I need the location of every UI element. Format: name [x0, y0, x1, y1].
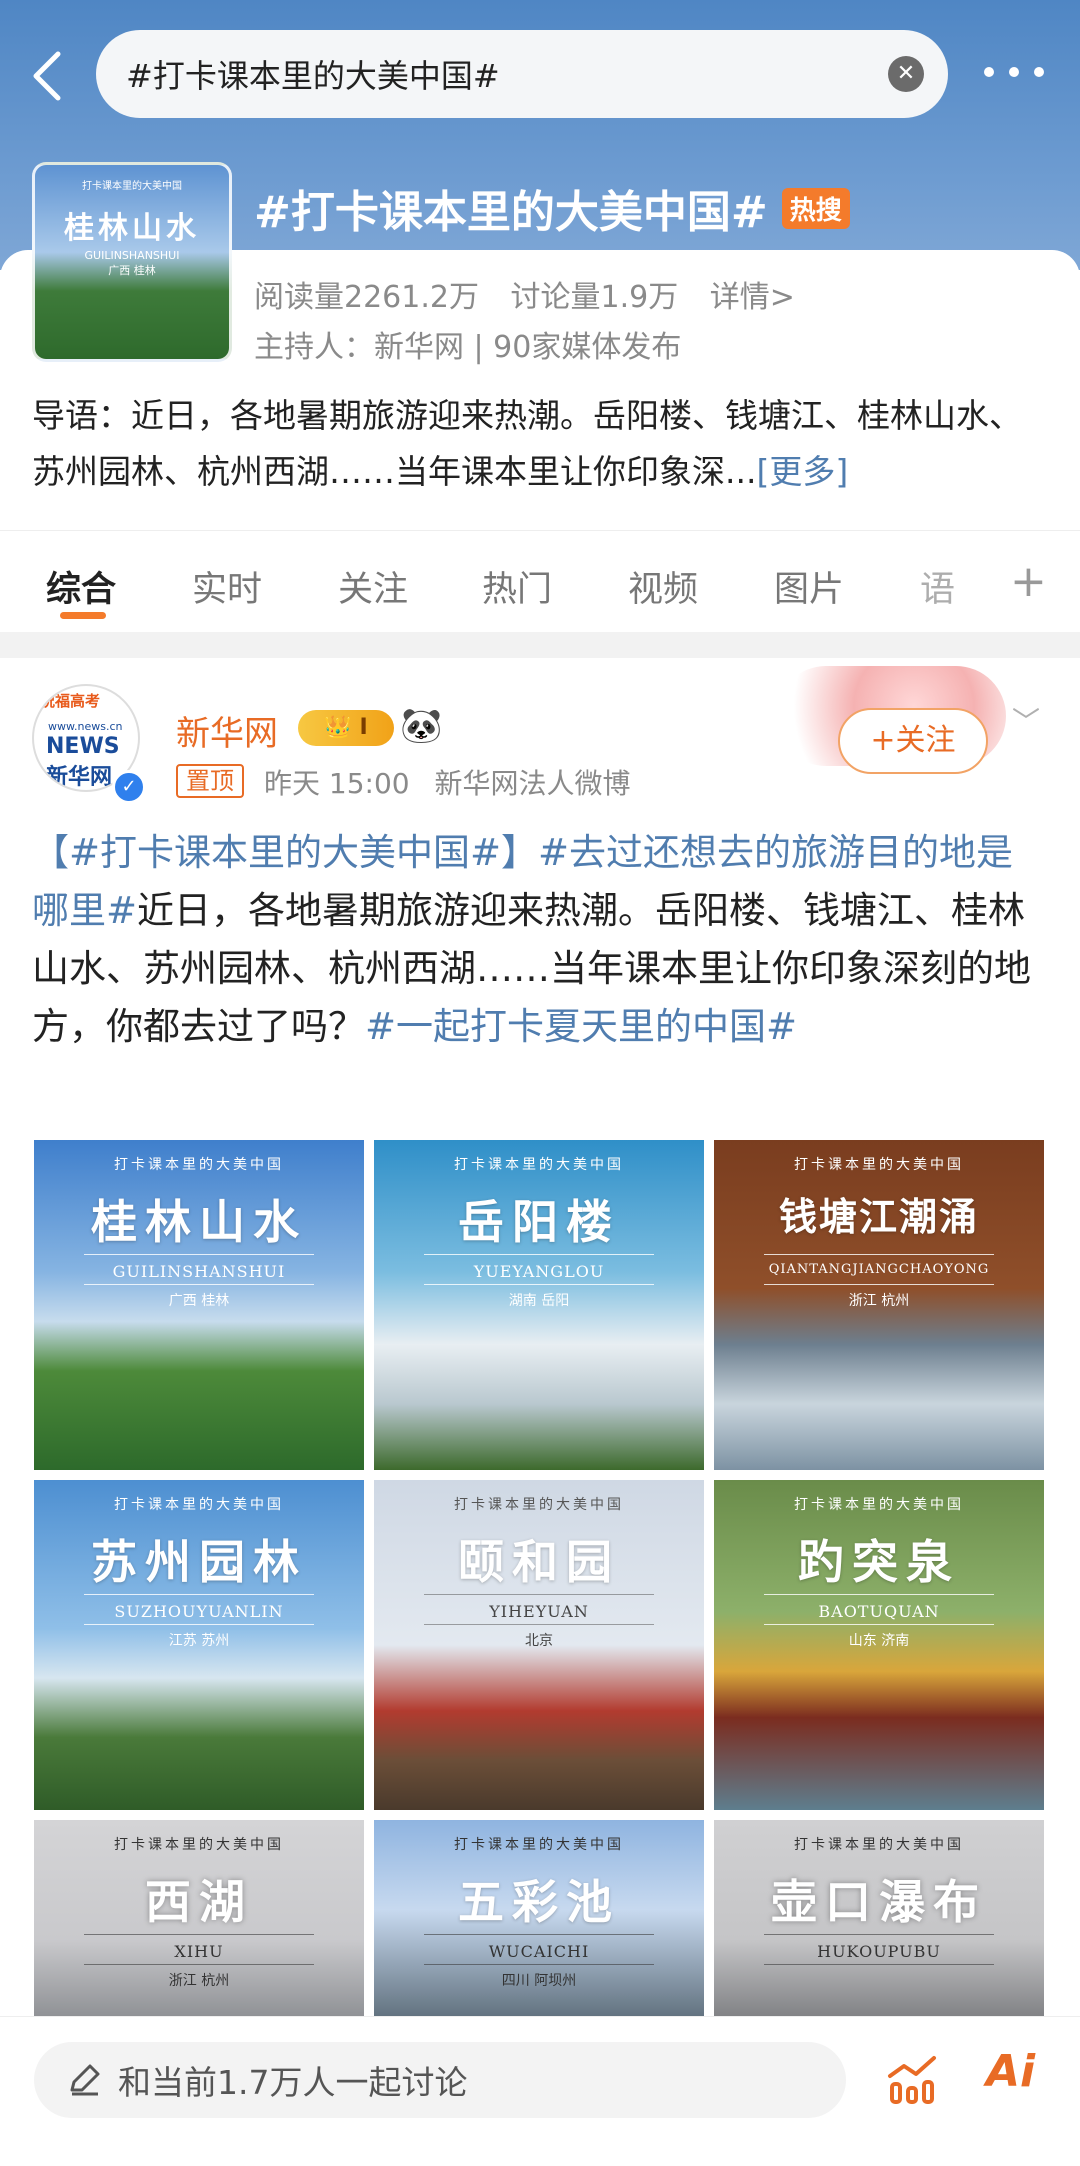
active-tab-indicator	[60, 612, 106, 619]
follow-button[interactable]: +关注	[838, 708, 988, 774]
ai-assistant-icon[interactable]: Ai	[986, 2046, 1035, 2097]
tab-voice[interactable]: 语	[920, 561, 955, 612]
hashtag-link[interactable]: 【#打卡课本里的大美中国#】	[32, 831, 538, 874]
tile-title: 钱塘江潮涌	[778, 1194, 979, 1239]
avatar-badge-text: 祝福高考	[40, 692, 101, 710]
clear-icon[interactable]: ✕	[888, 56, 924, 92]
hot-badge: 热搜	[781, 187, 850, 229]
topic-intro-text: 导语：近日，各地暑期旅游迎来热潮。岳阳楼、钱塘江、桂林山水、苏州园林、杭州西湖……	[32, 396, 1022, 491]
comment-placeholder: 和当前1.7万人一起讨论	[118, 2063, 468, 2102]
tile-caption: 打卡课本里的大美中国	[794, 1497, 964, 1513]
tab-realtime[interactable]: 实时	[192, 561, 262, 612]
post-meta: 昨天 15:00 新华网法人微博	[264, 762, 647, 802]
tile-caption: 打卡课本里的大美中国	[454, 1497, 624, 1513]
post-text: 【#打卡课本里的大美中国#】#去过还想去的旅游目的地是哪里#近日，各地暑期旅游迎…	[32, 824, 1048, 1056]
tile-location: 山东 济南	[848, 1633, 910, 1649]
tile-title: 趵突泉	[798, 1535, 960, 1589]
tile-caption: 打卡课本里的大美中国	[794, 1157, 964, 1173]
tile-pinyin: GUILINSHANSHUI	[112, 1262, 286, 1281]
tile-caption: 打卡课本里的大美中国	[794, 1837, 964, 1853]
read-count: 阅读量2261.2万	[254, 280, 479, 315]
search-query: #打卡课本里的大美中国#	[126, 57, 500, 95]
tile-title: 五彩池	[458, 1875, 620, 1929]
tile-title: 颐和园	[458, 1535, 620, 1589]
divider	[0, 632, 1080, 658]
tile-pinyin: WUCAICHI	[488, 1942, 590, 1961]
tile-caption: 打卡课本里的大美中国	[454, 1157, 624, 1173]
tile-caption: 打卡课本里的大美中国	[114, 1837, 284, 1853]
panda-icon: 🐼	[400, 706, 443, 746]
tile-pinyin: YUEYANGLOU	[473, 1262, 605, 1281]
topic-intro: 导语：近日，各地暑期旅游迎来热潮。岳阳楼、钱塘江、桂林山水、苏州园林、杭州西湖……	[32, 388, 1048, 500]
tile-caption: 打卡课本里的大美中国	[454, 1837, 624, 1853]
tile-pinyin: YIHEYUAN	[489, 1602, 589, 1621]
more-options-icon[interactable]	[984, 62, 1044, 82]
tile-pinyin: QIANTANGJIANGCHAOYONG	[768, 1262, 990, 1277]
image-tile[interactable]: 打卡课本里的大美中国 西湖 XIHU 浙江 杭州	[34, 1820, 364, 2020]
discussion-count: 讨论量1.9万	[510, 280, 679, 315]
image-tile[interactable]: 打卡课本里的大美中国 壶口瀑布 HUKOUPUBU	[714, 1820, 1044, 2020]
image-grid: 打卡课本里的大美中国 桂林山水 GUILINSHANSHUI 广西 桂林 打卡课…	[34, 1140, 1044, 2020]
tab-hot[interactable]: 热门	[482, 561, 552, 612]
tile-pinyin: BAOTUQUAN	[818, 1602, 940, 1621]
pinned-badge: 置顶	[176, 764, 244, 798]
tab-following[interactable]: 关注	[338, 561, 408, 612]
chevron-left-icon	[33, 51, 61, 101]
post-source: 新华网法人微博	[434, 767, 631, 800]
more-link[interactable]: [更多]	[756, 452, 848, 491]
tile-title: 壶口瀑布	[771, 1875, 987, 1929]
tile-pinyin: SUZHOUYUANLIN	[114, 1602, 284, 1621]
member-crown-badge: 👑 I	[298, 710, 394, 746]
tile-location: 浙江 杭州	[848, 1293, 910, 1309]
pen-icon	[70, 2064, 100, 2096]
tile-title: 桂林山水	[91, 1195, 307, 1249]
tile-location: 江苏 苏州	[168, 1633, 230, 1649]
tile-location: 湖南 岳阳	[508, 1293, 570, 1309]
image-tile[interactable]: 打卡课本里的大美中国 钱塘江潮涌 QIANTANGJIANGCHAOYONG 浙…	[714, 1140, 1044, 1470]
hashtag-link[interactable]: #一起打卡夏天里的中国#	[365, 1005, 797, 1048]
search-bar[interactable]: #打卡课本里的大美中国# ✕	[96, 30, 948, 118]
avatar-site-text: www.news.cn	[48, 720, 123, 733]
tile-pinyin: XIHU	[174, 1942, 224, 1961]
tab-comprehensive[interactable]: 综合	[46, 561, 116, 612]
verified-icon: ✓	[112, 770, 146, 804]
details-link[interactable]: 详情>	[710, 280, 795, 315]
tile-caption: 打卡课本里的大美中国	[114, 1157, 284, 1173]
tile-location: 浙江 杭州	[168, 1973, 230, 1989]
tile-location: 广西 桂林	[168, 1293, 230, 1309]
cover-pinyin: GUILINSHANSHUI 广西 桂林	[84, 249, 180, 277]
tile-location: 四川 阿坝州	[501, 1973, 577, 1989]
image-tile[interactable]: 打卡课本里的大美中国 桂林山水 GUILINSHANSHUI 广西 桂林	[34, 1140, 364, 1470]
back-button[interactable]	[28, 48, 68, 104]
trend-chart-icon[interactable]	[886, 2052, 940, 2106]
image-tile[interactable]: 打卡课本里的大美中国 五彩池 WUCAICHI 四川 阿坝州	[374, 1820, 704, 2020]
image-tile[interactable]: 打卡课本里的大美中国 苏州园林 SUZHOUYUANLIN 江苏 苏州	[34, 1480, 364, 1810]
cover-title: 桂林山水	[64, 211, 200, 246]
tab-video[interactable]: 视频	[628, 561, 698, 612]
image-tile[interactable]: 打卡课本里的大美中国 颐和园 YIHEYUAN 北京	[374, 1480, 704, 1810]
add-tab-icon[interactable]: +	[1010, 556, 1047, 607]
cover-small-text: 打卡课本里的大美中国	[82, 181, 182, 192]
tile-title: 岳阳楼	[458, 1195, 620, 1249]
tile-pinyin: HUKOUPUBU	[817, 1942, 941, 1961]
image-tile[interactable]: 打卡课本里的大美中国 岳阳楼 YUEYANGLOU 湖南 岳阳	[374, 1140, 704, 1470]
topic-cover-image: 打卡课本里的大美中国 桂林山水 GUILINSHANSHUI 广西 桂林	[32, 162, 232, 362]
post-time: 昨天 15:00	[264, 767, 410, 800]
tile-location: 北京	[525, 1633, 553, 1649]
user-name[interactable]: 新华网	[176, 706, 278, 755]
image-tile[interactable]: 打卡课本里的大美中国 趵突泉 BAOTUQUAN 山东 济南	[714, 1480, 1044, 1810]
tab-images[interactable]: 图片	[774, 561, 844, 612]
topic-host: 主持人：新华网 | 90家媒体发布	[254, 330, 682, 365]
tab-bar: 综合 实时 关注 热门 视频 图片 语	[0, 530, 1080, 630]
topic-stats: 阅读量2261.2万 讨论量1.9万 详情>	[254, 272, 817, 316]
tile-title: 西湖	[145, 1875, 253, 1929]
topic-title: #打卡课本里的大美中国# 热搜	[254, 176, 850, 240]
topic-title-text: #打卡课本里的大美中国#	[254, 187, 768, 238]
comment-input[interactable]: 和当前1.7万人一起讨论	[34, 2042, 846, 2118]
tile-caption: 打卡课本里的大美中国	[114, 1497, 284, 1513]
tile-title: 苏州园林	[91, 1535, 307, 1589]
chevron-down-icon[interactable]: ﹀	[1012, 700, 1040, 740]
